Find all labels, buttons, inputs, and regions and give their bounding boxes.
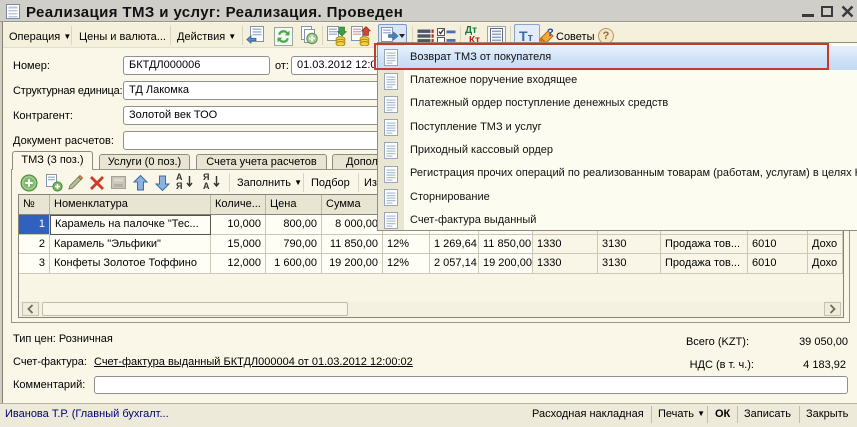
svg-text:?: ?: [547, 27, 554, 39]
